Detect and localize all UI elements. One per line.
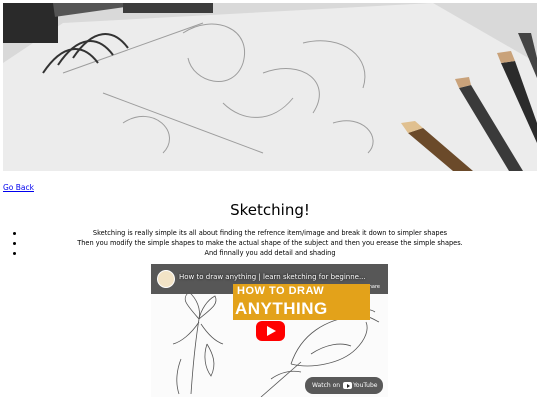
go-back-link[interactable]: Go Back — [3, 183, 34, 192]
list-item: Then you modify the simple shapes to mak… — [0, 238, 540, 248]
youtube-logo-icon — [343, 382, 353, 389]
bullet-icon — [13, 231, 16, 235]
list-item-text: And finnally you add detail and shading — [204, 249, 336, 257]
youtube-video-embed[interactable]: How to draw anything | learn sketching f… — [151, 264, 388, 397]
bullet-icon — [13, 241, 16, 245]
page-title: Sketching! — [230, 201, 310, 219]
thumbnail-text-line2: ANYTHING — [235, 299, 328, 318]
thumbnail-banner: HOW TO DRAW ANYTHING — [233, 284, 370, 320]
list-item: And finnally you add detail and shading — [0, 248, 540, 258]
play-button[interactable] — [256, 321, 285, 341]
thumbnail-text-line1: HOW TO DRAW — [237, 285, 325, 297]
youtube-wordmark: YouTube — [353, 382, 378, 389]
list-item-text: Then you modify the simple shapes to mak… — [77, 239, 463, 247]
watch-on-label: Watch on — [312, 382, 341, 389]
list-item-text: Sketching is really simple its all about… — [92, 229, 448, 237]
channel-avatar[interactable] — [157, 270, 175, 288]
watch-on-youtube-button[interactable]: Watch on YouTube — [305, 377, 383, 394]
list-item: Sketching is really simple its all about… — [0, 228, 540, 238]
hero-banner-image — [3, 3, 537, 171]
bullet-icon — [13, 251, 16, 255]
video-title[interactable]: How to draw anything | learn sketching f… — [179, 273, 366, 281]
steps-list: Sketching is really simple its all about… — [0, 228, 540, 258]
